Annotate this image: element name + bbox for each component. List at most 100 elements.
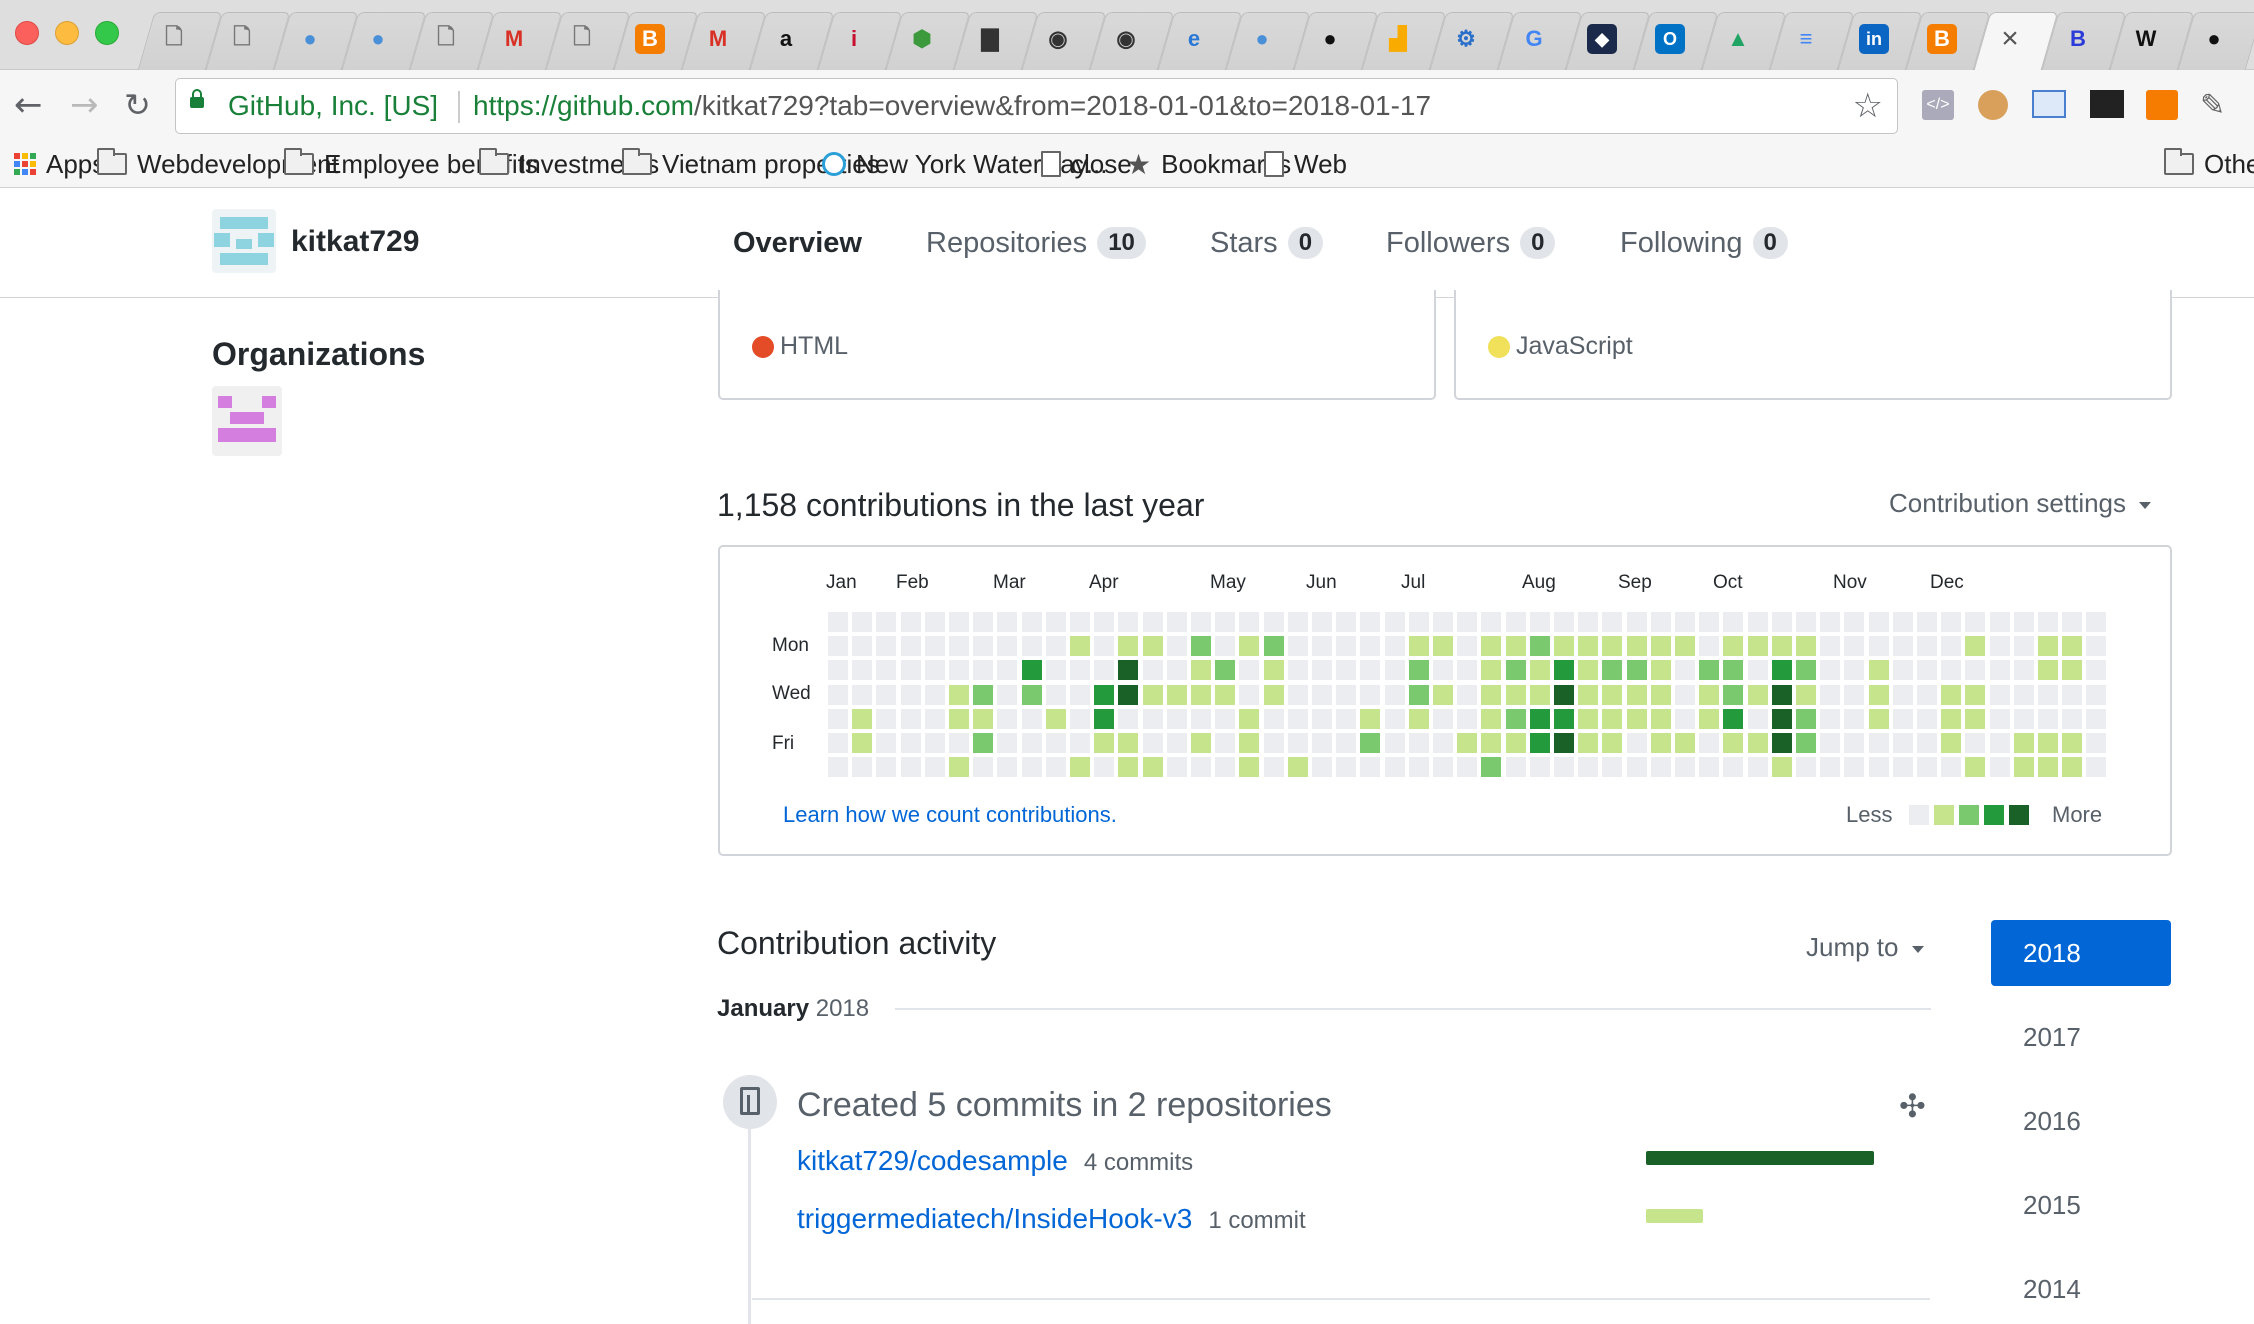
contribution-day[interactable] [1723, 660, 1744, 681]
contribution-day[interactable] [1094, 708, 1115, 729]
contribution-day[interactable] [1215, 757, 1236, 778]
contribution-day[interactable] [1771, 684, 1792, 705]
contribution-day[interactable] [852, 636, 873, 657]
contribution-day[interactable] [1070, 733, 1090, 753]
contribution-day[interactable] [852, 660, 873, 681]
contribution-day[interactable] [1892, 757, 1913, 778]
contribution-day[interactable] [1820, 757, 1841, 778]
contribution-day[interactable] [1070, 757, 1090, 778]
contribution-day[interactable] [1166, 636, 1187, 657]
contribution-day[interactable] [1699, 708, 1720, 729]
contribution-day[interactable] [1263, 733, 1284, 753]
browser-tab[interactable]: B [1908, 8, 1976, 70]
contribution-day[interactable] [1892, 708, 1913, 729]
contribution-day[interactable] [1312, 684, 1332, 705]
tab-stars[interactable]: Stars 0 [1210, 188, 1324, 298]
contribution-day[interactable] [949, 660, 969, 681]
contribution-day[interactable] [1941, 708, 1962, 729]
contribution-day[interactable] [1045, 612, 1066, 632]
contribution-day[interactable] [1796, 636, 1816, 657]
terminal-icon[interactable] [2090, 90, 2124, 118]
back-arrow-icon[interactable]: ← [14, 88, 43, 122]
contribution-day[interactable] [1578, 757, 1599, 778]
contribution-day[interactable] [1239, 684, 1260, 705]
contribution-day[interactable] [1771, 708, 1792, 729]
contribution-day[interactable] [828, 684, 848, 705]
browser-tab[interactable]: in [1840, 8, 1908, 70]
contribution-day[interactable] [1336, 612, 1357, 632]
browser-tab[interactable]: 🗋 [412, 8, 480, 70]
contribution-day[interactable] [1965, 636, 1986, 657]
contribution-day[interactable] [1554, 708, 1574, 729]
contribution-day[interactable] [1602, 708, 1623, 729]
contribution-day[interactable] [2038, 757, 2058, 778]
contribution-day[interactable] [1384, 684, 1405, 705]
contribution-day[interactable] [1263, 660, 1284, 681]
repo-link[interactable]: triggermediatech/InsideHook-v3 [797, 1203, 1192, 1234]
contribution-day[interactable] [1215, 708, 1236, 729]
contribution-day[interactable] [828, 708, 848, 729]
contribution-day[interactable] [1215, 660, 1236, 681]
contribution-day[interactable] [973, 612, 994, 632]
browser-tab[interactable]: ● [2180, 8, 2248, 70]
contribution-day[interactable] [1602, 757, 1623, 778]
contribution-day[interactable] [1094, 733, 1115, 753]
contribution-day[interactable] [1650, 660, 1671, 681]
contribution-day[interactable] [1408, 757, 1429, 778]
contribution-day[interactable] [1215, 684, 1236, 705]
contribution-day[interactable] [2062, 708, 2083, 729]
contribution-day[interactable] [1360, 636, 1381, 657]
browser-tab[interactable]: a [752, 8, 820, 70]
contribution-day[interactable] [2038, 612, 2058, 632]
contribution-day[interactable] [949, 612, 969, 632]
contribution-day[interactable] [1844, 733, 1865, 753]
contribution-day[interactable] [1045, 757, 1066, 778]
learn-contributions-link[interactable]: Learn how we count contributions. [783, 802, 1117, 828]
contribution-day[interactable] [2062, 733, 2083, 753]
contribution-day[interactable] [1844, 636, 1865, 657]
contribution-day[interactable] [1021, 636, 1042, 657]
contribution-day[interactable] [1578, 708, 1599, 729]
contribution-day[interactable] [1917, 660, 1937, 681]
contribution-day[interactable] [1045, 733, 1066, 753]
year-button-2014[interactable]: 2014 [1991, 1256, 2171, 1322]
repo-link[interactable]: kitkat729/codesample [797, 1145, 1068, 1176]
contribution-day[interactable] [1263, 636, 1284, 657]
minimize-window-button[interactable] [55, 21, 79, 45]
browser-tab[interactable]: G [1500, 8, 1568, 70]
contribution-day[interactable] [1626, 684, 1647, 705]
contribution-day[interactable] [1844, 708, 1865, 729]
contribution-day[interactable] [1094, 612, 1115, 632]
contribution-day[interactable] [1771, 636, 1792, 657]
contribution-day[interactable] [1070, 660, 1090, 681]
contribution-day[interactable] [1554, 757, 1574, 778]
contribution-day[interactable] [1239, 660, 1260, 681]
contribution-day[interactable] [1626, 757, 1647, 778]
contribution-day[interactable] [1481, 660, 1502, 681]
contribution-day[interactable] [900, 757, 921, 778]
contribution-day[interactable] [1917, 684, 1937, 705]
contribution-day[interactable] [1771, 733, 1792, 753]
contribution-day[interactable] [1989, 660, 2010, 681]
contribution-day[interactable] [1941, 660, 1962, 681]
contribution-day[interactable] [1699, 612, 1720, 632]
contribution-day[interactable] [1675, 612, 1695, 632]
contribution-day[interactable] [1747, 684, 1768, 705]
contribution-day[interactable] [1336, 733, 1357, 753]
contribution-day[interactable] [1384, 757, 1405, 778]
contribution-day[interactable] [1505, 757, 1526, 778]
contribution-day[interactable] [1360, 708, 1381, 729]
contribution-day[interactable] [1868, 733, 1889, 753]
contribution-day[interactable] [1578, 636, 1599, 657]
contribution-day[interactable] [1408, 684, 1429, 705]
contribution-day[interactable] [852, 612, 873, 632]
contribution-day[interactable] [1287, 733, 1308, 753]
contribution-day[interactable] [1626, 733, 1647, 753]
contribution-day[interactable] [1675, 708, 1695, 729]
contribution-day[interactable] [1820, 733, 1841, 753]
browser-tab[interactable]: O [1636, 8, 1704, 70]
contribution-day[interactable] [2086, 612, 2107, 632]
contribution-day[interactable] [2038, 636, 2058, 657]
contribution-day[interactable] [1796, 612, 1816, 632]
contribution-day[interactable] [1747, 757, 1768, 778]
